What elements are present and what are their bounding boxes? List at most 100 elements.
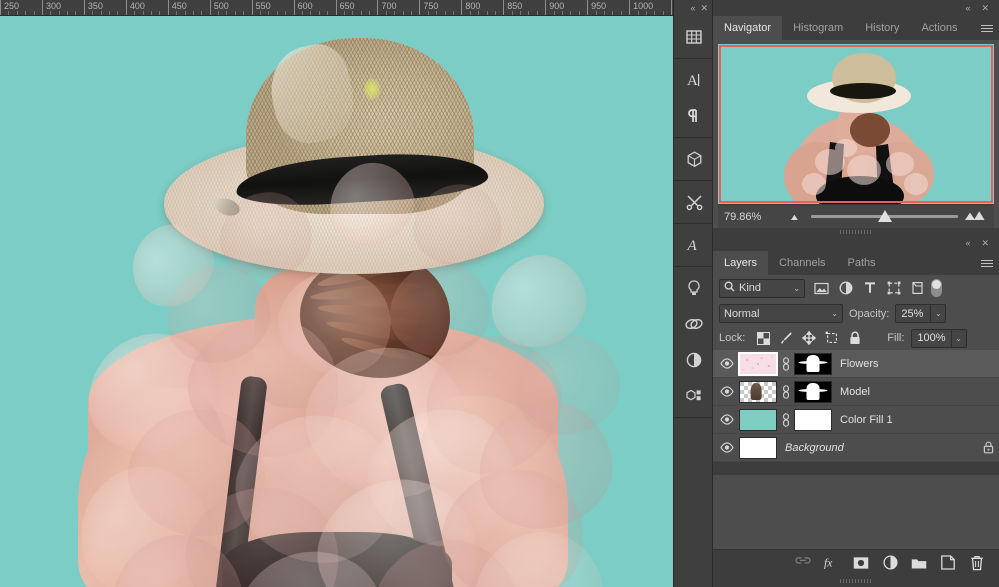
layer-row[interactable]: Color Fill 1: [713, 406, 999, 434]
layer-thumbnail[interactable]: [739, 380, 777, 403]
layer-name[interactable]: Color Fill 1: [840, 414, 977, 426]
tab-history[interactable]: History: [854, 16, 911, 40]
horizontal-ruler[interactable]: 250 300 350 400 450 500 550 600 650 700 750 800 850 9…: [0, 0, 713, 16]
opacity-stepper-chevron-icon[interactable]: ⌄: [930, 305, 945, 322]
zoom-level-value[interactable]: 79.86%: [718, 211, 780, 223]
layers-collapse-icon[interactable]: «: [965, 238, 970, 248]
filter-smart-object-icon[interactable]: [910, 281, 925, 296]
ruler-minor-tick: [33, 11, 35, 15]
ruler-tick: 700: [377, 0, 397, 15]
navigator-preview[interactable]: [718, 44, 994, 204]
filter-pixel-icon[interactable]: [814, 281, 829, 296]
filter-kind-select[interactable]: Kind ⌄: [719, 278, 805, 298]
ruler-minor-tick: [469, 11, 471, 15]
layer-name[interactable]: Flowers: [840, 358, 977, 370]
document-image: [0, 16, 713, 587]
fill-label: Fill:: [887, 332, 905, 344]
canvas-area[interactable]: [0, 16, 713, 587]
blend-mode-select[interactable]: Normal ⌄: [719, 304, 843, 323]
tab-channels[interactable]: Channels: [768, 251, 837, 275]
3d-panel-icon[interactable]: [674, 141, 714, 177]
tab-navigator[interactable]: Navigator: [713, 16, 783, 40]
layer-thumbnail[interactable]: [738, 351, 778, 376]
add-layer-mask-icon[interactable]: [853, 555, 869, 571]
tools-panel-icon[interactable]: [674, 184, 714, 220]
layer-row[interactable]: Model: [713, 378, 999, 406]
panel-divider-grip[interactable]: [713, 228, 999, 235]
paragraph-panel-icon[interactable]: [674, 98, 714, 134]
link-layers-icon[interactable]: [795, 555, 811, 571]
layer-mask-thumbnail[interactable]: [794, 408, 832, 431]
filter-shape-icon[interactable]: [886, 281, 901, 296]
lock-image-pixels-icon[interactable]: [779, 331, 793, 345]
dock-window-controls: « ✕: [674, 0, 712, 16]
layers-close-icon[interactable]: ✕: [981, 238, 989, 248]
filter-enable-toggle[interactable]: [931, 279, 942, 297]
panel-bottom-grip[interactable]: [713, 575, 999, 587]
zoom-out-small-mountain-icon[interactable]: [788, 210, 805, 224]
layer-visibility-eye-icon[interactable]: [715, 386, 739, 397]
layer-mask-link-icon[interactable]: [780, 356, 791, 371]
tab-actions[interactable]: Actions: [910, 16, 969, 40]
layer-row[interactable]: Flowers: [713, 350, 999, 378]
adjustments-panel-icon[interactable]: [674, 342, 714, 378]
ruler-minor-tick: [553, 11, 555, 15]
styles-panel-icon[interactable]: [674, 306, 714, 342]
zoom-in-large-mountain-icon[interactable]: [964, 209, 986, 224]
hat-highlight-speck: [364, 78, 380, 100]
layer-thumbnail[interactable]: [739, 408, 777, 431]
new-layer-icon[interactable]: [940, 555, 956, 571]
lock-position-icon[interactable]: [802, 331, 817, 345]
zoom-slider-track[interactable]: [811, 210, 958, 222]
layer-visibility-eye-icon[interactable]: [715, 358, 739, 369]
fill-field[interactable]: 100% ⌄: [911, 328, 967, 348]
ruler-minor-tick: [243, 11, 245, 15]
glyphs-panel-icon[interactable]: A: [674, 227, 714, 263]
ruler-minor-tick: [494, 11, 496, 15]
ruler-minor-tick: [662, 11, 664, 15]
layer-mask-thumbnail[interactable]: [794, 352, 832, 375]
layer-mask-link-icon[interactable]: [780, 412, 791, 427]
layer-visibility-eye-icon[interactable]: [715, 414, 739, 425]
tab-histogram[interactable]: Histogram: [782, 16, 855, 40]
fill-value[interactable]: 100%: [912, 332, 950, 344]
layer-style-fx-icon[interactable]: fx: [824, 555, 840, 571]
new-group-icon[interactable]: [911, 555, 927, 571]
fill-stepper-chevron-icon[interactable]: ⌄: [950, 329, 966, 347]
zoom-slider-thumb[interactable]: [877, 210, 892, 222]
lightbulb-panel-icon[interactable]: [674, 270, 714, 306]
dock-close-icon[interactable]: ✕: [700, 3, 708, 13]
layer-mask-thumbnail[interactable]: [794, 380, 832, 403]
ruler-minor-tick: [444, 11, 446, 15]
lock-artboard-nesting-icon[interactable]: [825, 331, 839, 345]
opacity-field[interactable]: 25% ⌄: [895, 304, 947, 323]
navigator-zoom-slider[interactable]: [780, 205, 994, 229]
layer-mask-link-icon[interactable]: [780, 384, 791, 399]
layer-visibility-eye-icon[interactable]: [715, 442, 739, 453]
layer-thumbnail[interactable]: [739, 436, 777, 459]
new-adjustment-layer-icon[interactable]: [882, 555, 898, 571]
ruler-tick: 500: [209, 0, 229, 15]
lock-transparent-pixels-icon[interactable]: [756, 331, 770, 345]
grid-panel-icon[interactable]: [674, 19, 714, 55]
navigator-close-icon[interactable]: ✕: [981, 3, 989, 13]
ruler-label: 850: [507, 1, 523, 11]
filter-adjustment-icon[interactable]: [838, 281, 853, 296]
layer-row[interactable]: Background: [713, 434, 999, 462]
filter-type-icon[interactable]: [862, 281, 877, 296]
dock-collapse-icon[interactable]: «: [690, 3, 695, 13]
character-panel-icon[interactable]: A: [674, 62, 714, 98]
tab-paths[interactable]: Paths: [836, 251, 887, 275]
libraries-panel-icon[interactable]: [674, 378, 714, 414]
layer-name[interactable]: Model: [840, 386, 977, 398]
opacity-value[interactable]: 25%: [896, 308, 930, 320]
tab-layers[interactable]: Layers: [713, 251, 769, 275]
layers-panel-menu-icon[interactable]: [975, 251, 999, 275]
delete-layer-icon[interactable]: [969, 555, 985, 571]
lock-all-icon[interactable]: [848, 331, 862, 345]
navigator-panel-menu-icon[interactable]: [975, 16, 999, 40]
layer-name[interactable]: Background: [785, 442, 977, 454]
ruler-minor-tick: [142, 11, 144, 15]
navigator-zoom-row: 79.86%: [718, 204, 994, 228]
navigator-collapse-icon[interactable]: «: [965, 3, 970, 13]
